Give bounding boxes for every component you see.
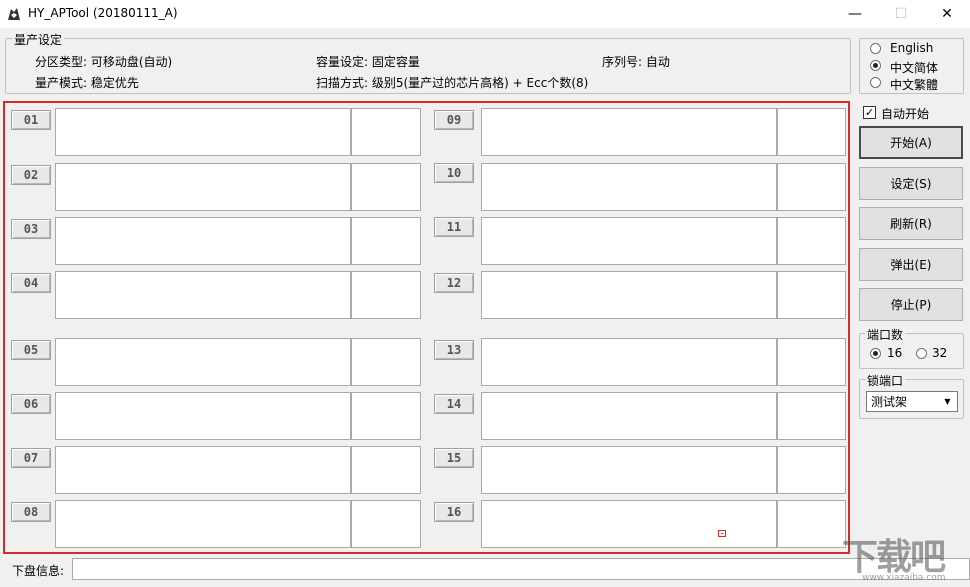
port-info-05	[351, 338, 421, 386]
port-button-15[interactable]: 15	[434, 448, 474, 468]
port-status-15	[481, 446, 777, 494]
window-title: HY_APTool (20180111_A)	[28, 6, 178, 20]
port-button-01[interactable]: 01	[11, 110, 51, 130]
app-icon	[8, 8, 20, 20]
port-status-06	[55, 392, 351, 440]
port-info-07	[351, 446, 421, 494]
port-button-10[interactable]: 10	[434, 163, 474, 183]
eject-button[interactable]: 弹出(E)	[859, 248, 963, 281]
port-info-04	[351, 271, 421, 319]
port-info-16	[777, 500, 846, 548]
port-button-02[interactable]: 02	[11, 165, 51, 185]
port-status-13	[481, 338, 777, 386]
port-button-11[interactable]: 11	[434, 217, 474, 237]
lock-port-label: 锁端口	[865, 372, 906, 389]
port-button-12[interactable]: 12	[434, 273, 474, 293]
port-button-06[interactable]: 06	[11, 394, 51, 414]
port-button-04[interactable]: 04	[11, 273, 51, 293]
port-status-16	[481, 500, 777, 548]
port-status-10	[481, 163, 777, 211]
language-simplified-label: 中文简体	[890, 61, 939, 75]
port-info-09	[777, 108, 846, 156]
port-info-14	[777, 392, 846, 440]
disk-info-label: 下盘信息:	[12, 564, 65, 578]
port-button-03[interactable]: 03	[11, 219, 51, 239]
lock-port-value: 测试架	[871, 395, 908, 409]
port-status-14	[481, 392, 777, 440]
language-traditional-label: 中文繁體	[890, 78, 939, 92]
refresh-button[interactable]: 刷新(R)	[859, 207, 963, 240]
port-button-16[interactable]: 16	[434, 502, 474, 522]
radio-english[interactable]	[870, 43, 881, 54]
auto-start-checkbox[interactable]: ✓	[863, 106, 876, 119]
production-mode: 量产模式: 稳定优先	[35, 76, 139, 90]
minimize-button[interactable]: —	[832, 0, 878, 28]
radio-32-ports[interactable]	[916, 348, 927, 359]
port-button-14[interactable]: 14	[434, 394, 474, 414]
port-button-07[interactable]: 07	[11, 448, 51, 468]
port-button-13[interactable]: 13	[434, 340, 474, 360]
port-info-15	[777, 446, 846, 494]
port-button-05[interactable]: 05	[11, 340, 51, 360]
port-info-10	[777, 163, 846, 211]
port-info-06	[351, 392, 421, 440]
radio-traditional-chinese[interactable]	[870, 77, 881, 88]
port-button-09[interactable]: 09	[434, 110, 474, 130]
port-16-indicator	[718, 530, 726, 537]
start-button[interactable]: 开始(A)	[859, 126, 963, 159]
port-count-16-label: 16	[887, 346, 903, 360]
chevron-down-icon[interactable]: ▼	[940, 394, 955, 409]
port-status-01	[55, 108, 351, 156]
port-info-13	[777, 338, 846, 386]
port-status-05	[55, 338, 351, 386]
port-status-04	[55, 271, 351, 319]
partition-type: 分区类型: 可移动盘(自动)	[35, 55, 173, 69]
port-status-07	[55, 446, 351, 494]
port-info-01	[351, 108, 421, 156]
serial-number: 序列号: 自动	[602, 55, 670, 69]
port-status-02	[55, 163, 351, 211]
stop-button[interactable]: 停止(P)	[859, 288, 963, 321]
maximize-button[interactable]: ☐	[878, 0, 924, 28]
port-status-11	[481, 217, 777, 265]
scan-mode: 扫描方式: 级别5(量产过的芯片高格) + Ecc个数(8)	[316, 76, 589, 90]
production-settings-label: 量产设定	[12, 31, 65, 48]
port-button-08[interactable]: 08	[11, 502, 51, 522]
port-count-label: 端口数	[865, 326, 906, 343]
port-info-11	[777, 217, 846, 265]
port-info-08	[351, 500, 421, 548]
auto-start-label: 自动开始	[881, 107, 930, 121]
port-info-12	[777, 271, 846, 319]
capacity-setting: 容量设定: 固定容量	[316, 55, 420, 69]
disk-info-field	[72, 558, 970, 580]
port-count-32-label: 32	[932, 346, 948, 360]
port-status-09	[481, 108, 777, 156]
radio-simplified-chinese[interactable]	[870, 60, 881, 71]
port-info-03	[351, 217, 421, 265]
radio-16-ports[interactable]	[870, 348, 881, 359]
watermark-url: www.xiazaiba.com	[862, 573, 946, 583]
lock-port-select[interactable]: 测试架 ▼	[866, 391, 958, 412]
port-status-12	[481, 271, 777, 319]
language-english-label: English	[890, 41, 934, 55]
close-button[interactable]: ✕	[924, 0, 970, 28]
port-status-03	[55, 217, 351, 265]
port-status-08	[55, 500, 351, 548]
port-info-02	[351, 163, 421, 211]
settings-button[interactable]: 设定(S)	[859, 167, 963, 200]
